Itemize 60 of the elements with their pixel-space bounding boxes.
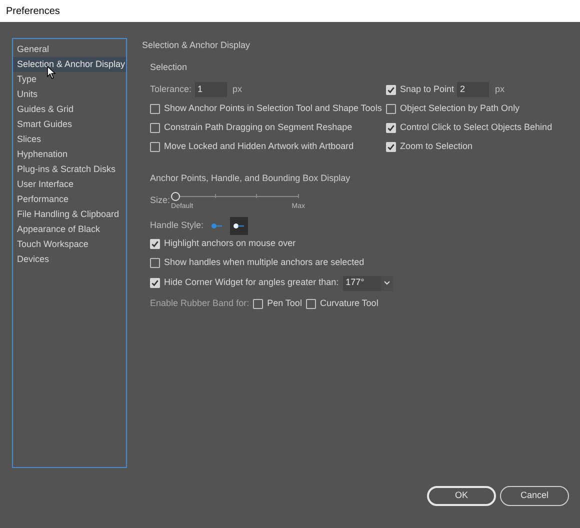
checkbox[interactable] — [386, 104, 396, 114]
checkbox-label: Snap to Point — [400, 82, 454, 96]
section-heading: Selection — [150, 61, 188, 74]
field-label: Tolerance: — [150, 82, 192, 96]
checkbox-label: Hide Corner Widget for angles greater than: — [164, 276, 339, 290]
sidebar-item[interactable]: Performance — [13, 192, 126, 207]
checkbox-label: Curvature Tool — [320, 296, 378, 310]
checkbox[interactable] — [150, 122, 160, 132]
handle-point-icon — [232, 222, 245, 228]
sidebar-item[interactable]: Plug-ins & Scratch Disks — [13, 162, 126, 177]
sidebar-item[interactable]: Touch Workspace — [13, 237, 126, 252]
checkbox-label: Show Anchor Points in Selection Tool and Shape Tools — [164, 102, 382, 115]
size-slider[interactable] — [171, 192, 302, 202]
unit-label: px — [495, 82, 505, 96]
sidebar-item[interactable]: File Handling & Clipboard — [13, 207, 126, 222]
unit-label: px — [232, 82, 242, 96]
field-label: Enable Rubber Band for: — [150, 296, 250, 310]
sidebar-item[interactable]: Selection & Anchor Display — [13, 57, 126, 72]
checkbox[interactable] — [150, 258, 160, 268]
checkbox[interactable] — [306, 298, 316, 308]
angle-dropdown[interactable]: 177° — [342, 276, 393, 290]
mouse-pointer-icon — [47, 66, 56, 79]
checkbox-label: Show handles when multiple anchors are selected — [164, 256, 364, 270]
checkbox-label: Pen Tool — [267, 296, 302, 310]
sidebar-item[interactable]: Devices — [13, 252, 126, 267]
cancel-button[interactable]: Cancel — [500, 486, 569, 506]
handle-style-option[interactable] — [230, 216, 248, 234]
ok-button[interactable]: OK — [427, 486, 496, 506]
checkbox[interactable] — [150, 104, 160, 114]
checkbox-label: Move Locked and Hidden Artwork with Artboard — [164, 140, 354, 153]
sidebar-item[interactable]: User Interface — [13, 177, 126, 192]
checkbox[interactable] — [386, 122, 396, 132]
sidebar-item[interactable]: General — [13, 42, 126, 57]
sidebar-item[interactable]: Hyphenation — [13, 147, 126, 162]
handle-point-icon — [210, 222, 223, 228]
sidebar-item[interactable]: Smart Guides — [13, 117, 126, 132]
checkbox-label: Highlight anchors on mouse over — [164, 237, 296, 250]
checkbox[interactable] — [386, 142, 396, 152]
section-title: Selection & Anchor Display — [142, 39, 252, 52]
chevron-down-icon — [384, 281, 390, 285]
window-title: Preferences — [6, 4, 60, 18]
sidebar-item[interactable]: Slices — [13, 132, 126, 147]
checkbox-label: Control Click to Select Objects Behind — [400, 120, 552, 134]
checkbox[interactable] — [150, 278, 160, 288]
sidebar-item[interactable]: Units — [13, 87, 126, 102]
checkbox-label: Constrain Path Dragging on Segment Reshape — [164, 120, 352, 134]
checkbox-label: Object Selection by Path Only — [400, 102, 520, 115]
section-heading: Anchor Points, Handle, and Bounding Box Display — [150, 172, 350, 185]
checkbox[interactable] — [150, 239, 160, 249]
checkbox[interactable] — [150, 142, 160, 152]
sidebar-item[interactable]: Appearance of Black — [13, 222, 126, 237]
field-label: Size: — [150, 194, 170, 207]
sidebar-item[interactable]: Type — [13, 72, 126, 87]
checkbox[interactable] — [253, 298, 264, 308]
sidebar-item[interactable]: Guides & Grid — [13, 102, 126, 117]
checkbox[interactable] — [386, 84, 396, 94]
field-label: Handle Style: — [150, 218, 204, 232]
snap-field[interactable]: 2 — [457, 82, 490, 97]
tolerance-field[interactable]: 1 — [194, 82, 227, 97]
checkbox-label: Zoom to Selection — [400, 140, 473, 153]
